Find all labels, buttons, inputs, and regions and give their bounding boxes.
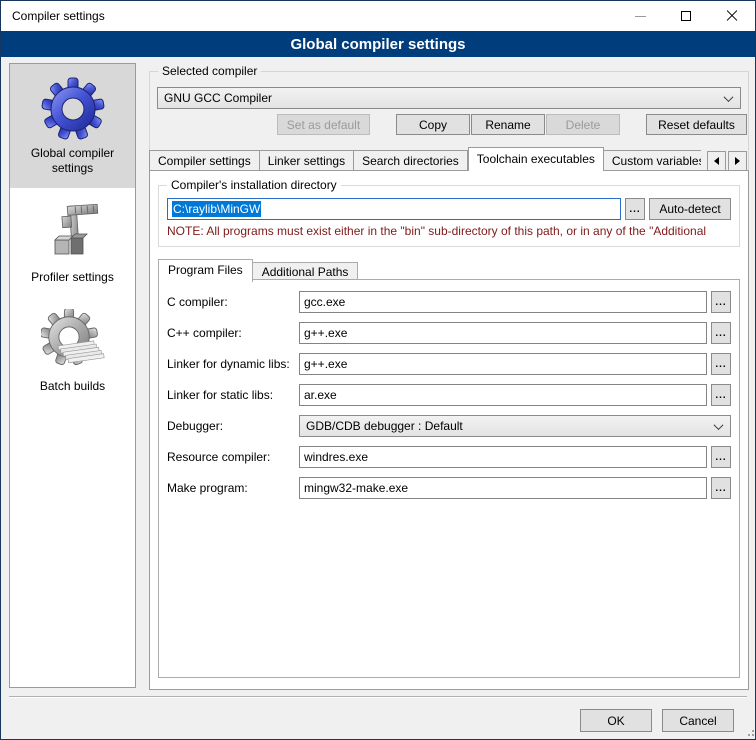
tab-scroll-left-button[interactable]	[707, 151, 726, 171]
caption-buttons	[617, 1, 755, 31]
triangle-right-icon	[735, 157, 740, 165]
sidebar-item-label: Batch builds	[14, 379, 131, 394]
minimize-button[interactable]	[617, 1, 663, 31]
cpp-compiler-browse-button[interactable]: ...	[711, 322, 731, 344]
chevron-down-icon	[714, 420, 724, 430]
reset-defaults-button[interactable]: Reset defaults	[646, 114, 747, 135]
tabs-scroll-area: Compiler settings Linker settings Search…	[149, 147, 701, 171]
triangle-left-icon	[714, 157, 719, 165]
field-row-debugger: Debugger: GDB/CDB debugger : Default	[167, 415, 731, 437]
resize-grip[interactable]	[740, 726, 752, 738]
dynamic-linker-browse-button[interactable]: ...	[711, 353, 731, 375]
field-row-cpp-compiler: C++ compiler: g++.exe ...	[167, 322, 731, 344]
maximize-icon	[681, 11, 691, 21]
window-title: Compiler settings	[12, 9, 105, 23]
cancel-button[interactable]: Cancel	[662, 709, 734, 732]
dialog-header: Global compiler settings	[1, 31, 755, 57]
installation-directory-input[interactable]: C:\raylib\MinGW	[167, 198, 621, 220]
field-row-dynamic-linker: Linker for dynamic libs: g++.exe ...	[167, 353, 731, 375]
auto-detect-button[interactable]: Auto-detect	[649, 198, 731, 220]
make-program-input[interactable]: mingw32-make.exe	[299, 477, 707, 499]
ok-button[interactable]: OK	[580, 709, 652, 732]
static-linker-browse-button[interactable]: ...	[711, 384, 731, 406]
make-program-label: Make program:	[167, 481, 299, 495]
dialog-body: Global compiler settings	[1, 57, 755, 740]
installation-directory-row: C:\raylib\MinGW ... Auto-detect	[167, 198, 731, 220]
subtab-program-files[interactable]: Program Files	[158, 259, 253, 282]
rename-button[interactable]: Rename	[471, 114, 545, 135]
resource-compiler-label: Resource compiler:	[167, 450, 299, 464]
tab-custom-variables[interactable]: Custom variables	[604, 150, 701, 171]
static-linker-label: Linker for static libs:	[167, 388, 299, 402]
debugger-label: Debugger:	[167, 419, 299, 433]
dynamic-linker-label: Linker for dynamic libs:	[167, 357, 299, 371]
page-title: Global compiler settings	[290, 36, 465, 53]
compiler-select[interactable]: GNU GCC Compiler	[157, 87, 741, 109]
debugger-select[interactable]: GDB/CDB debugger : Default	[299, 415, 731, 437]
static-linker-value: ar.exe	[304, 388, 337, 402]
resource-compiler-input[interactable]: windres.exe	[299, 446, 707, 468]
tab-linker-settings[interactable]: Linker settings	[260, 150, 354, 171]
sidebar-item-global-compiler-settings[interactable]: Global compiler settings	[10, 64, 135, 188]
dynamic-linker-value: g++.exe	[304, 357, 347, 371]
copy-button[interactable]: Copy	[396, 114, 470, 135]
make-program-value: mingw32-make.exe	[304, 481, 408, 495]
c-compiler-label: C compiler:	[167, 295, 299, 309]
compiler-buttons-row: Set as default Copy Rename Delete Reset …	[149, 114, 749, 135]
make-program-browse-button[interactable]: ...	[711, 477, 731, 499]
sidebar-item-label: Profiler settings	[14, 270, 131, 285]
tab-scroll-right-button[interactable]	[728, 151, 747, 171]
caliper-icon	[41, 200, 105, 264]
chevron-down-icon	[724, 92, 734, 102]
cpp-compiler-value: g++.exe	[304, 326, 347, 340]
minimize-icon	[635, 16, 646, 17]
static-linker-input[interactable]: ar.exe	[299, 384, 707, 406]
cpp-compiler-input[interactable]: g++.exe	[299, 322, 707, 344]
browse-directory-button[interactable]: ...	[625, 198, 645, 220]
field-row-static-linker: Linker for static libs: ar.exe ...	[167, 384, 731, 406]
sidebar-item-batch-builds[interactable]: Batch builds	[10, 297, 135, 406]
titlebar: Compiler settings	[1, 1, 755, 31]
installation-directory-value: C:\raylib\MinGW	[172, 201, 261, 217]
gear-stack-icon	[41, 309, 105, 373]
installation-directory-group: Compiler's installation directory C:\ray…	[158, 185, 740, 247]
sidebar-item-label: Global compiler settings	[14, 146, 131, 176]
resource-compiler-value: windres.exe	[304, 450, 368, 464]
maximize-button[interactable]	[663, 1, 709, 31]
toolchain-executables-panel: Compiler's installation directory C:\ray…	[149, 170, 749, 690]
set-as-default-button[interactable]: Set as default	[277, 114, 370, 135]
sidebar: Global compiler settings	[9, 63, 136, 688]
compiler-settings-dialog: Compiler settings Global compiler settin…	[0, 0, 756, 740]
program-files-panel: C compiler: gcc.exe ... C++ compiler: g+…	[158, 279, 740, 678]
close-button[interactable]	[709, 1, 755, 31]
bin-subdirectory-note: NOTE: All programs must exist either in …	[167, 224, 731, 238]
compiler-select-value: GNU GCC Compiler	[164, 91, 272, 105]
field-row-c-compiler: C compiler: gcc.exe ...	[167, 291, 731, 313]
grip-dots-icon	[748, 734, 750, 736]
tab-compiler-settings[interactable]: Compiler settings	[149, 150, 260, 171]
footer-separator	[9, 696, 747, 698]
debugger-select-value: GDB/CDB debugger : Default	[306, 419, 463, 433]
c-compiler-input[interactable]: gcc.exe	[299, 291, 707, 313]
delete-button[interactable]: Delete	[546, 114, 620, 135]
selected-compiler-group-label: Selected compiler	[158, 64, 261, 78]
tab-search-directories[interactable]: Search directories	[354, 150, 468, 171]
tab-toolchain-executables[interactable]: Toolchain executables	[468, 147, 604, 171]
close-icon	[726, 10, 738, 22]
installation-directory-group-label: Compiler's installation directory	[167, 178, 341, 192]
field-row-make-program: Make program: mingw32-make.exe ...	[167, 477, 731, 499]
resource-compiler-browse-button[interactable]: ...	[711, 446, 731, 468]
tab-scroll-arrows	[705, 151, 747, 171]
field-row-resource-compiler: Resource compiler: windres.exe ...	[167, 446, 731, 468]
sidebar-item-profiler-settings[interactable]: Profiler settings	[10, 188, 135, 297]
dynamic-linker-input[interactable]: g++.exe	[299, 353, 707, 375]
c-compiler-value: gcc.exe	[304, 295, 345, 309]
cpp-compiler-label: C++ compiler:	[167, 326, 299, 340]
settings-tabstrip: Compiler settings Linker settings Search…	[149, 149, 749, 171]
c-compiler-browse-button[interactable]: ...	[711, 291, 731, 313]
gear-blue-icon	[41, 76, 105, 140]
footer-buttons: OK Cancel	[580, 709, 734, 732]
